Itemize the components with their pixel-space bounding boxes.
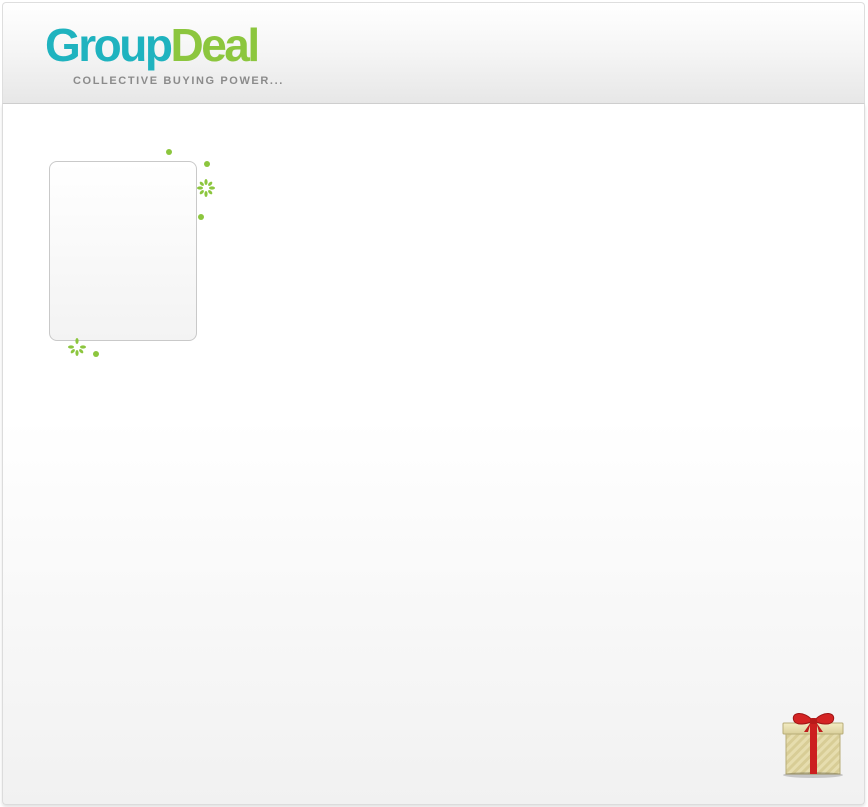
floral-decoration-bottom-icon [68,338,99,357]
deal-image-placeholder [49,161,197,341]
gift-box-icon[interactable] [780,708,846,780]
page-frame: GroupDeal COLLECTIVE BUYING POWER... [0,0,868,807]
logo-tagline: COLLECTIVE BUYING POWER... [73,75,284,87]
logo-wordmark: GroupDeal [45,19,260,71]
site-logo[interactable]: GroupDeal COLLECTIVE BUYING POWER... [45,19,282,87]
site-header: GroupDeal COLLECTIVE BUYING POWER... [2,2,865,104]
logo-word-group: Group [45,19,173,71]
logo-word-deal: Deal [170,19,260,71]
